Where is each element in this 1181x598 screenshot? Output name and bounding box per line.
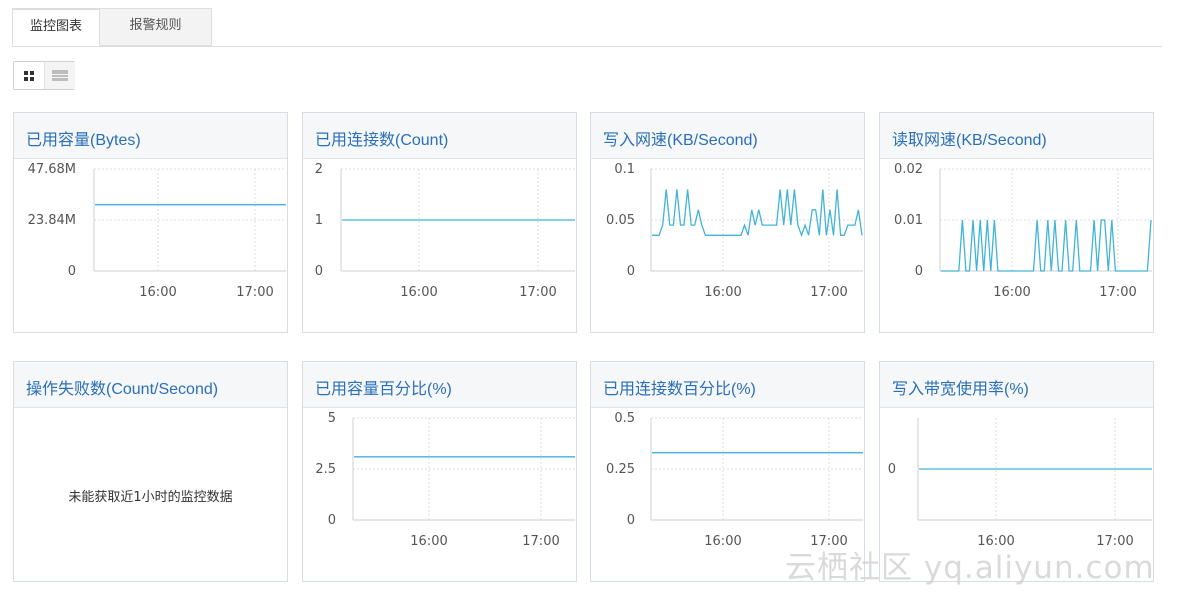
x-tick-label: 17:00 [810, 285, 847, 300]
y-tick-label: 0 [888, 462, 896, 477]
no-data-message: 未能获取近1小时的监控数据 [68, 490, 233, 505]
panel-title: 写入网速(KB/Second) [603, 132, 758, 149]
panel-header: 已用连接数(Count) [303, 113, 576, 159]
x-tick-label: 16:00 [704, 534, 741, 549]
y-tick-label: 23.84M [28, 213, 76, 228]
panel-title: 写入带宽使用率(%) [892, 381, 1029, 398]
panel-header: 写入网速(KB/Second) [591, 113, 864, 159]
y-tick-label: 0 [328, 513, 336, 528]
y-tick-label: 0 [315, 264, 323, 279]
panel-header: 已用容量百分比(%) [303, 362, 576, 408]
x-tick-label: 16:00 [993, 285, 1030, 300]
metric-panel-used-capacity: 已用容量(Bytes) 47.68M 23.84M 0 16:00 17:00 [13, 112, 288, 333]
list-view-button[interactable] [45, 62, 75, 89]
y-tick-label: 0 [915, 264, 923, 279]
series-line [652, 189, 863, 238]
panel-title: 已用容量百分比(%) [315, 381, 452, 398]
metric-panel-capacity-percent: 已用容量百分比(%) 5 2.5 0 16:00 17:00 [302, 361, 577, 582]
y-tick-label: 47.68M [28, 162, 76, 177]
panel-header: 写入带宽使用率(%) [880, 362, 1153, 408]
tab-alarm-rules[interactable]: 报警规则 [100, 8, 212, 46]
metric-panel-read-speed: 读取网速(KB/Second) 0.02 0.01 0 16:00 17:00 [879, 112, 1154, 333]
x-tick-label: 17:00 [236, 285, 273, 300]
metric-panel-failed-operations: 操作失败数(Count/Second) 未能获取近1小时的监控数据 [13, 361, 288, 582]
panel-header: 读取网速(KB/Second) [880, 113, 1153, 159]
panel-title: 读取网速(KB/Second) [892, 132, 1047, 149]
series-line [941, 219, 1152, 272]
panel-header: 已用连接数百分比(%) [591, 362, 864, 408]
y-tick-label: 0 [68, 264, 76, 279]
y-tick-label: 1 [315, 213, 323, 228]
panel-header: 操作失败数(Count/Second) [14, 362, 287, 408]
chart-used-connections: 2 1 0 16:00 17:00 [315, 162, 575, 300]
chart-write-speed: 0.1 0.05 0 16:00 17:00 [606, 162, 863, 300]
x-tick-label: 16:00 [704, 285, 741, 300]
y-tick-label: 0.02 [894, 162, 923, 177]
chart-used-capacity: 47.68M 23.84M 0 16:00 17:00 [28, 162, 286, 300]
y-tick-label: 5 [328, 411, 336, 426]
x-tick-label: 16:00 [139, 285, 176, 300]
tab-monitor-charts[interactable]: 监控图表 [12, 8, 100, 46]
x-tick-label: 17:00 [1099, 285, 1136, 300]
grid-icon [24, 71, 34, 81]
tab-bar: 监控图表 报警规则 [12, 8, 1162, 47]
x-tick-label: 16:00 [410, 534, 447, 549]
view-toggle [13, 61, 75, 90]
grid-view-button[interactable] [14, 62, 45, 89]
y-tick-label: 0.1 [614, 162, 635, 177]
y-tick-label: 0 [627, 513, 635, 528]
y-tick-label: 0.05 [606, 213, 635, 228]
x-tick-label: 16:00 [400, 285, 437, 300]
list-icon [52, 70, 68, 81]
y-tick-label: 2.5 [315, 462, 336, 477]
chart-read-speed: 0.02 0.01 0 16:00 17:00 [894, 162, 1152, 300]
metric-panel-write-speed: 写入网速(KB/Second) 0.1 0.05 0 16:00 17:00 [590, 112, 865, 333]
x-tick-label: 17:00 [522, 534, 559, 549]
watermark: 云栖社区 yq.aliyun.com [785, 550, 1155, 586]
y-tick-label: 0.01 [894, 213, 923, 228]
panel-header: 已用容量(Bytes) [14, 113, 287, 159]
metric-panel-used-connections: 已用连接数(Count) 2 1 0 16:00 17:00 [302, 112, 577, 333]
y-tick-label: 0.25 [606, 462, 635, 477]
panel-title: 已用连接数百分比(%) [603, 381, 756, 398]
y-tick-label: 2 [315, 162, 323, 177]
y-tick-label: 0 [627, 264, 635, 279]
chart-capacity-percent: 5 2.5 0 16:00 17:00 [315, 411, 575, 549]
x-tick-label: 17:00 [519, 285, 556, 300]
y-tick-label: 0.5 [614, 411, 635, 426]
panel-title: 操作失败数(Count/Second) [26, 381, 219, 398]
panel-title: 已用容量(Bytes) [26, 132, 141, 149]
panel-title: 已用连接数(Count) [315, 132, 449, 149]
